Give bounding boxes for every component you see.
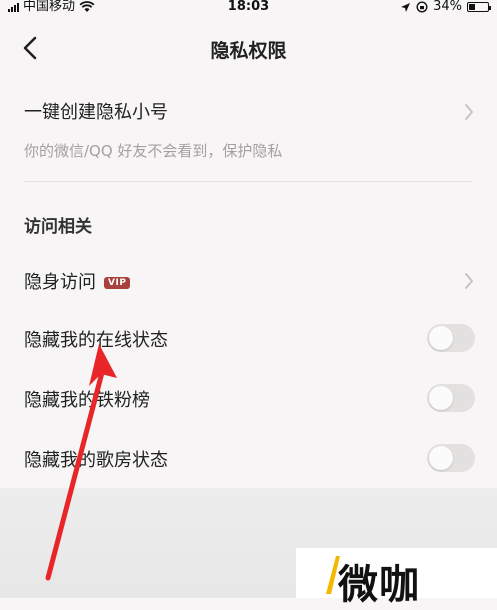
divider xyxy=(24,181,473,182)
watermark-logo: 微咖 xyxy=(338,562,420,608)
private-account-description: 你的微信/QQ 好友不会看到，保护隐私 xyxy=(24,142,283,160)
rotation-lock-icon xyxy=(416,1,428,13)
invisible-visit-row[interactable]: 隐身访问 VIP xyxy=(0,262,497,298)
status-right: 34% xyxy=(400,0,491,14)
chevron-right-icon xyxy=(465,104,474,120)
battery-fill xyxy=(469,4,475,10)
invisible-visit-label: 隐身访问 xyxy=(24,272,96,293)
hide-fans-ranking-row: 隐藏我的铁粉榜 xyxy=(0,380,497,416)
chevron-right-icon xyxy=(465,273,474,289)
status-bar: 中国移动 18:03 34% xyxy=(0,0,497,14)
hide-song-room-status-row: 隐藏我的歌房状态 xyxy=(0,440,497,476)
hide-online-status-toggle[interactable] xyxy=(427,324,475,352)
hide-fans-ranking-toggle[interactable] xyxy=(427,384,475,412)
section-title-visit: 访问相关 xyxy=(24,217,92,237)
toggle-knob xyxy=(429,326,453,350)
hide-online-status-row: 隐藏我的在线状态 xyxy=(0,320,497,356)
hide-song-room-status-label: 隐藏我的歌房状态 xyxy=(24,450,168,471)
create-private-account-row[interactable]: 一键创建隐私小号 你的微信/QQ 好友不会看到，保护隐私 xyxy=(0,94,497,168)
toggle-knob xyxy=(429,386,453,410)
create-private-account-label: 一键创建隐私小号 xyxy=(24,102,168,123)
page-title: 隐私权限 xyxy=(210,40,287,62)
battery-percent: 34% xyxy=(433,0,462,14)
nav-bar: 隐私权限 xyxy=(0,28,497,68)
location-icon xyxy=(401,2,411,12)
hide-fans-ranking-label: 隐藏我的铁粉榜 xyxy=(24,390,150,411)
battery-icon xyxy=(467,2,491,12)
invisible-visit-label-wrap: 隐身访问 VIP xyxy=(24,268,131,294)
toggle-knob xyxy=(429,446,453,470)
hide-online-status-label: 隐藏我的在线状态 xyxy=(24,330,168,351)
vip-badge: VIP xyxy=(104,277,131,289)
hide-song-room-status-toggle[interactable] xyxy=(427,444,475,472)
